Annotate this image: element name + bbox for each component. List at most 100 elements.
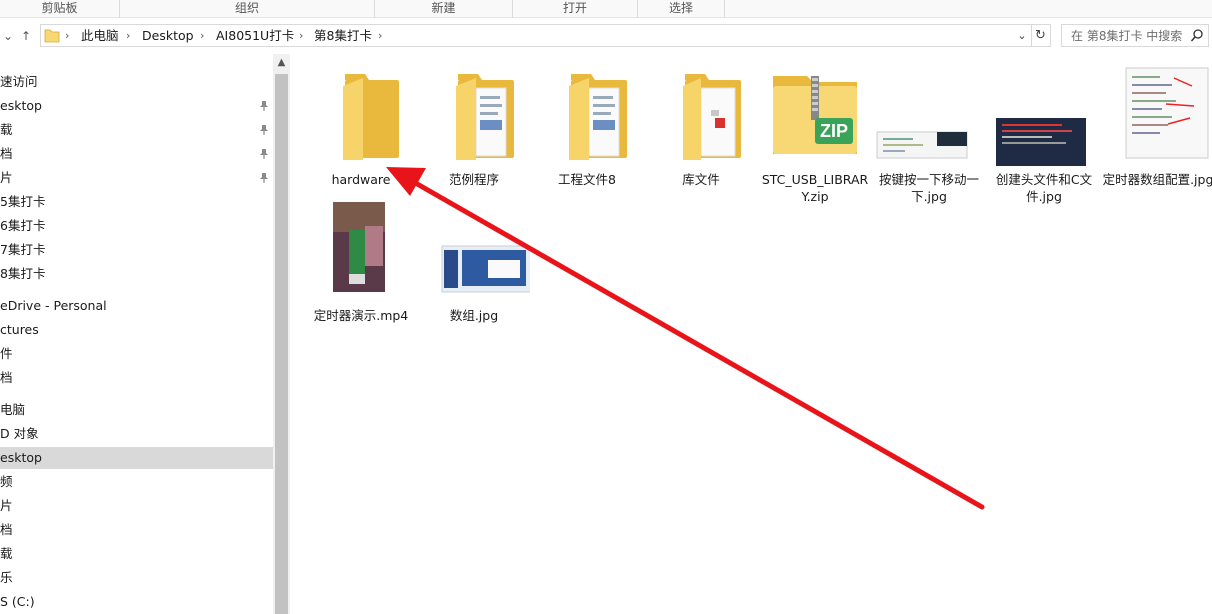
file-item[interactable]: 范例程序 (418, 66, 530, 206)
nav-item-label: D 对象 (0, 426, 39, 441)
nav-item[interactable]: 档 (0, 519, 273, 541)
nav-item-label: 片 (0, 498, 13, 513)
nav-item-label: 档 (0, 146, 13, 161)
address-row: ⌄ ↑ › 此电脑 › Desktop › AI8051U打卡 › 第8集打卡 … (0, 18, 1212, 54)
nav-item[interactable]: eDrive - Personal (0, 295, 273, 317)
file-name-label: 按键按一下移动一下.jpg (878, 172, 979, 204)
file-name-label: 工程文件8 (558, 172, 616, 187)
nav-item-label: 档 (0, 522, 13, 537)
file-name-label: 定时器数组配置.jpg (1102, 172, 1212, 187)
nav-item-label: 乐 (0, 570, 13, 585)
refresh-icon[interactable]: ↻ (1031, 24, 1051, 47)
file-item[interactable]: 工程文件8 (531, 66, 643, 206)
image-thumbnail (988, 66, 1100, 166)
ribbon-group-new[interactable]: 新建 (375, 0, 513, 18)
nav-item[interactable]: 7集打卡 (0, 239, 273, 261)
file-item[interactable]: 定时器演示.mp4 (305, 202, 417, 342)
file-name-label: 定时器演示.mp4 (313, 308, 409, 323)
address-bar[interactable]: › 此电脑 › Desktop › AI8051U打卡 › 第8集打卡 › ⌄ (40, 24, 1032, 47)
folder-icon (305, 66, 417, 166)
nav-item[interactable]: 件 (0, 343, 273, 365)
ribbon-group-organize[interactable]: 组织 (120, 0, 375, 18)
nav-item[interactable]: 8集打卡 (0, 263, 273, 285)
nav-item-label: 电脑 (0, 402, 26, 417)
scroll-thumb[interactable] (275, 74, 288, 614)
nav-item[interactable]: esktop (0, 95, 273, 117)
file-name-label: hardware (331, 172, 391, 187)
breadcrumb-separator-icon: › (200, 29, 205, 42)
breadcrumb-this-pc[interactable]: 此电脑 (81, 28, 119, 44)
search-input[interactable]: 在 第8集打卡 中搜索 (1061, 24, 1209, 47)
file-list-pane: hardware 范例程序 工程文件8 库文件 ZIP STC_USB_LIBRARY.z… (290, 54, 1212, 614)
nav-item-label: 载 (0, 546, 13, 561)
ribbon-group-select[interactable]: 选择 (638, 0, 725, 18)
nav-item-label: ctures (0, 322, 39, 337)
nav-item[interactable]: 速访问 (0, 71, 273, 93)
nav-item-label: 频 (0, 474, 13, 489)
nav-item-label: esktop (0, 450, 42, 465)
nav-item[interactable]: 乐 (0, 567, 273, 589)
nav-item[interactable]: 频 (0, 471, 273, 493)
pin-icon[interactable] (259, 148, 269, 160)
image-thumbnail (1102, 66, 1212, 166)
nav-item[interactable]: 5集打卡 (0, 191, 273, 213)
folder-icon (44, 29, 60, 43)
nav-item[interactable]: D 对象 (0, 423, 273, 445)
ribbon-group-open[interactable]: 打开 (513, 0, 638, 18)
folder-icon (418, 66, 530, 166)
file-item[interactable]: hardware (305, 66, 417, 206)
file-item[interactable]: 定时器数组配置.jpg (1102, 66, 1212, 206)
file-name-label: 数组.jpg (449, 308, 499, 323)
nav-item[interactable]: 载 (0, 119, 273, 141)
nav-item[interactable]: 片 (0, 495, 273, 517)
pin-icon[interactable] (259, 100, 269, 112)
nav-item-label: 载 (0, 122, 13, 137)
file-item[interactable]: 创建头文件和C文件.jpg (988, 66, 1100, 206)
nav-item-label: S (C:) (0, 594, 35, 609)
zip-file-icon: ZIP (759, 66, 871, 166)
nav-item-label: 5集打卡 (0, 194, 46, 209)
search-placeholder: 在 第8集打卡 中搜索 (1071, 29, 1183, 43)
file-name-label: 范例程序 (448, 172, 499, 187)
nav-item[interactable]: 档 (0, 143, 273, 165)
image-thumbnail (418, 202, 533, 302)
nav-item[interactable]: 档 (0, 367, 273, 389)
nav-item[interactable]: esktop (0, 447, 273, 469)
breadcrumb-separator-icon[interactable]: › (378, 28, 382, 44)
nav-item-label: 7集打卡 (0, 242, 46, 257)
ribbon-group-bar: 剪贴板 组织 新建 打开 选择 (0, 0, 1212, 18)
breadcrumb-ai8051u[interactable]: AI8051U打卡 (216, 28, 294, 44)
nav-item-label: 片 (0, 170, 13, 185)
up-arrow-icon[interactable]: ↑ (18, 27, 34, 45)
nav-item-label: 8集打卡 (0, 266, 46, 281)
svg-text:ZIP: ZIP (820, 121, 848, 141)
recent-locations-chevron-icon[interactable]: ⌄ (0, 27, 16, 45)
file-item[interactable]: 数组.jpg (418, 202, 533, 342)
pin-icon[interactable] (259, 172, 269, 184)
nav-item-label: 速访问 (0, 74, 38, 89)
nav-item[interactable]: 电脑 (0, 399, 273, 421)
nav-item[interactable]: S (C:) (0, 591, 273, 613)
address-dropdown-chevron-icon[interactable]: ⌄ (1015, 27, 1029, 45)
pin-icon[interactable] (259, 124, 269, 136)
nav-item[interactable]: ctures (0, 319, 273, 341)
image-thumbnail (873, 66, 985, 166)
nav-scrollbar[interactable]: ▲ (273, 54, 290, 614)
video-thumbnail (305, 202, 417, 302)
search-icon (1190, 29, 1203, 42)
nav-item[interactable]: 载 (0, 543, 273, 565)
breadcrumb-episode-8[interactable]: 第8集打卡 (314, 28, 372, 44)
breadcrumb-desktop[interactable]: Desktop (142, 28, 194, 44)
file-item[interactable]: 库文件 (645, 66, 757, 206)
navigation-pane: 速访问 esktop 载档片 5集打卡 6集打卡 7集打卡 8集打卡 eDrive - Per… (0, 54, 273, 614)
folder-icon (531, 66, 643, 166)
folder-icon (645, 66, 757, 166)
breadcrumb-separator-icon: › (126, 29, 131, 42)
nav-item[interactable]: 6集打卡 (0, 215, 273, 237)
scroll-up-arrow-icon[interactable]: ▲ (273, 54, 290, 71)
nav-item[interactable]: 片 (0, 167, 273, 189)
file-item[interactable]: ZIP STC_USB_LIBRARY.zip (759, 66, 871, 206)
file-item[interactable]: 按键按一下移动一下.jpg (873, 66, 985, 206)
ribbon-group-clipboard[interactable]: 剪贴板 (0, 0, 120, 18)
breadcrumb-separator-icon: › (299, 29, 304, 42)
